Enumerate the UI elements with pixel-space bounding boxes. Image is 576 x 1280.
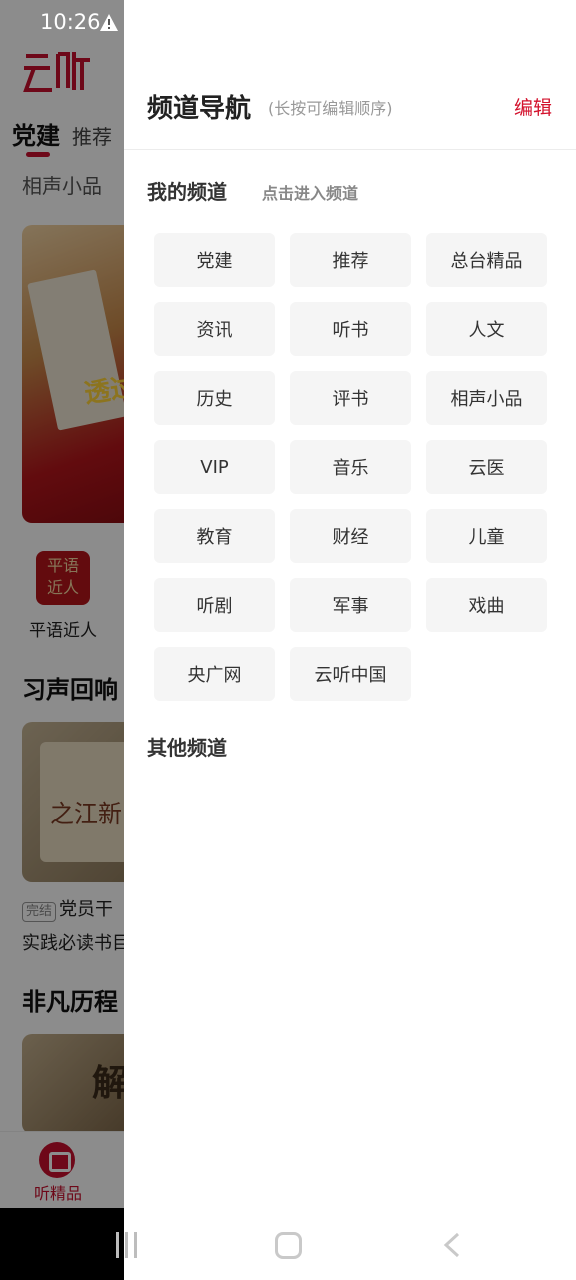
my-channels-title: 我的频道 bbox=[147, 180, 227, 204]
other-channels-title: 其他频道 bbox=[147, 736, 227, 760]
home-button-icon[interactable] bbox=[275, 1232, 302, 1259]
channel-chip[interactable]: 音乐 bbox=[290, 440, 411, 494]
my-channels-hint: 点击进入频道 bbox=[262, 184, 359, 203]
system-nav-bar-drawer-area bbox=[124, 1208, 576, 1280]
channel-chip[interactable]: 云医 bbox=[426, 440, 547, 494]
channel-navigation-drawer: 频道导航 (长按可编辑顺序) 编辑 我的频道 点击进入频道 党建 推荐 总台精品… bbox=[124, 0, 576, 1208]
drawer-title: 频道导航 bbox=[147, 94, 252, 124]
my-channels-grid: 党建 推荐 总台精品 资讯 听书 人文 历史 评书 相声小品 VIP 音乐 云医… bbox=[154, 233, 554, 701]
channel-chip[interactable]: 听书 bbox=[290, 302, 411, 356]
channel-chip[interactable]: 央广网 bbox=[154, 647, 275, 701]
edit-button[interactable]: 编辑 bbox=[514, 93, 552, 120]
channel-chip[interactable]: 相声小品 bbox=[426, 371, 547, 425]
warning-triangle-icon bbox=[100, 14, 118, 31]
channel-chip[interactable]: 戏曲 bbox=[426, 578, 547, 632]
channel-chip[interactable]: VIP bbox=[154, 440, 275, 494]
status-time: 10:26 bbox=[40, 10, 101, 34]
channel-chip[interactable]: 人文 bbox=[426, 302, 547, 356]
channel-chip[interactable]: 听剧 bbox=[154, 578, 275, 632]
channel-chip[interactable]: 军事 bbox=[290, 578, 411, 632]
channel-chip[interactable]: 总台精品 bbox=[426, 233, 547, 287]
channel-chip[interactable]: 儿童 bbox=[426, 509, 547, 563]
channel-chip[interactable]: 云听中国 bbox=[290, 647, 411, 701]
channel-chip[interactable]: 资讯 bbox=[154, 302, 275, 356]
channel-chip[interactable]: 财经 bbox=[290, 509, 411, 563]
drawer-hint: (长按可编辑顺序) bbox=[268, 99, 393, 118]
channel-chip[interactable]: 评书 bbox=[290, 371, 411, 425]
channel-chip[interactable]: 教育 bbox=[154, 509, 275, 563]
channel-chip[interactable]: 党建 bbox=[154, 233, 275, 287]
recent-apps-icon[interactable] bbox=[116, 1232, 142, 1258]
channel-chip[interactable]: 历史 bbox=[154, 371, 275, 425]
back-icon[interactable] bbox=[442, 1232, 462, 1258]
drawer-header: 频道导航 (长按可编辑顺序) 编辑 bbox=[124, 80, 576, 150]
channel-chip[interactable]: 推荐 bbox=[290, 233, 411, 287]
status-bar: 10:26 bbox=[0, 0, 124, 46]
